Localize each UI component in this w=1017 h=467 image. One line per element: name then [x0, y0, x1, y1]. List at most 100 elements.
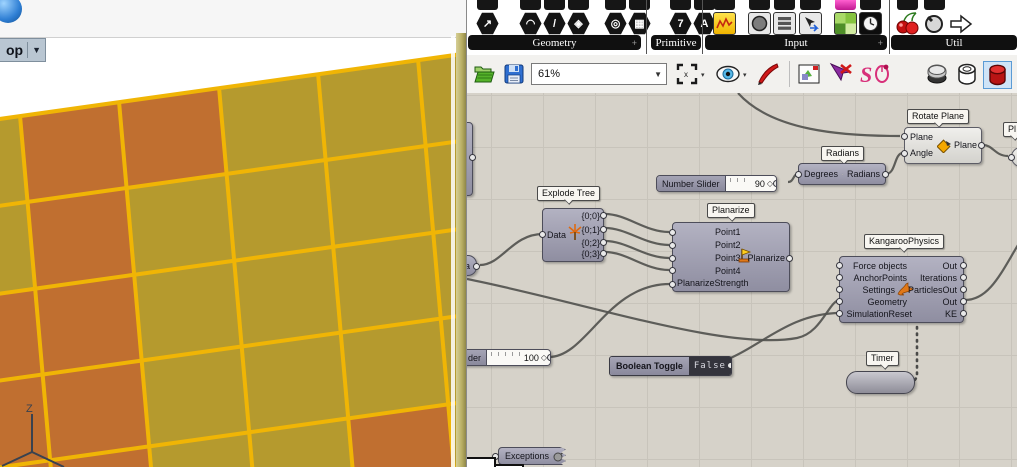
explode-tree-component[interactable]: Data {0;0} {0;1} {0;2} {0;3}: [542, 208, 604, 262]
gesture-recognizer-button[interactable]: S: [859, 61, 893, 87]
more-icon[interactable]: +: [632, 38, 637, 48]
chevron-down-icon[interactable]: ▾: [743, 71, 747, 79]
galapagos-cherries-icon[interactable]: [896, 11, 920, 36]
chevron-down-icon[interactable]: ▼: [654, 70, 662, 79]
planarize-component[interactable]: Point1 Point2 Point3 Point4 PlanarizeStr…: [672, 222, 790, 292]
output-nub[interactable]: [960, 298, 967, 305]
output-nub[interactable]: [600, 239, 607, 246]
input-nub[interactable]: [1008, 154, 1015, 161]
radians-component[interactable]: Degrees Radians: [798, 163, 886, 185]
input-nub[interactable]: [795, 171, 802, 178]
slider-track[interactable]: 100 ◇: [487, 350, 550, 365]
preview-wireframe-button[interactable]: [955, 63, 979, 85]
partial-component[interactable]: [467, 122, 473, 196]
input-nub[interactable]: [836, 310, 843, 317]
mesh-icon[interactable]: ▦: [628, 12, 651, 35]
cancel-selection-button[interactable]: [827, 62, 853, 86]
palette-tab-geometry[interactable]: Geometry+: [468, 35, 641, 50]
save-button[interactable]: [503, 63, 525, 85]
cropped-icon[interactable]: [568, 0, 589, 10]
curve-icon[interactable]: ◠: [519, 12, 542, 35]
open-file-button[interactable]: [473, 63, 495, 85]
cropped-icon[interactable]: [774, 0, 795, 10]
output-nub[interactable]: [600, 212, 607, 219]
cropped-icon[interactable]: [694, 0, 715, 10]
vector-icon[interactable]: ↗: [476, 12, 499, 35]
output-nub[interactable]: [727, 362, 732, 369]
cluster-icon[interactable]: [923, 13, 945, 35]
rhino-viewport[interactable]: Z op ▼: [0, 0, 466, 467]
preview-off-button[interactable]: [925, 63, 949, 85]
output-nub[interactable]: [960, 262, 967, 269]
zoom-level-combobox[interactable]: 61% ▼: [531, 63, 667, 85]
preview-eye-button[interactable]: [715, 63, 741, 85]
input-nub[interactable]: [669, 229, 676, 236]
output-nub[interactable]: [960, 274, 967, 281]
gh-canvas[interactable]: a Explode Tree Data {0;0} {0;1} {0;2} {0…: [467, 93, 1017, 467]
clock-icon[interactable]: [859, 12, 882, 35]
output-nub[interactable]: [473, 263, 480, 270]
cropped-icon[interactable]: [605, 0, 626, 10]
input-nub[interactable]: [836, 262, 843, 269]
number-slider-100[interactable]: der 100 ◇: [467, 349, 551, 366]
red-pen-button[interactable]: [755, 61, 781, 87]
mdslider-cursor-icon[interactable]: [799, 12, 822, 35]
cropped-icon[interactable]: [897, 0, 918, 10]
output-nub[interactable]: [960, 286, 967, 293]
button-icon[interactable]: [748, 12, 771, 35]
input-nub[interactable]: [539, 231, 546, 238]
chevron-down-icon[interactable]: ▼: [32, 45, 41, 55]
slider-track[interactable]: 90 ◇: [726, 176, 776, 191]
cropped-icon[interactable]: [477, 0, 498, 10]
zoom-extents-button[interactable]: x: [675, 62, 699, 86]
graph-mapper-icon[interactable]: [713, 12, 736, 35]
cropped-icon[interactable]: [860, 0, 881, 10]
palette-tab-util[interactable]: Util: [891, 35, 1017, 50]
output-nub[interactable]: [469, 154, 476, 161]
value-list-icon[interactable]: [773, 12, 796, 35]
output-nub[interactable]: [882, 171, 889, 178]
number-icon[interactable]: 7: [669, 12, 692, 35]
chevron-down-icon[interactable]: ▾: [701, 71, 705, 79]
cropped-icon[interactable]: [714, 0, 735, 10]
output-nub[interactable]: [547, 354, 551, 361]
kangaroo-component[interactable]: Force objects AnchorPoints Settings Geom…: [839, 256, 964, 323]
input-nub[interactable]: [836, 286, 843, 293]
cropped-icon[interactable]: [924, 0, 945, 10]
output-nub[interactable]: [978, 142, 985, 149]
jump-arrow-icon[interactable]: [949, 13, 973, 35]
input-nub[interactable]: [836, 298, 843, 305]
line-icon[interactable]: /: [543, 12, 566, 35]
input-nub[interactable]: [669, 281, 676, 288]
number-slider-90[interactable]: Number Slider 90 ◇: [656, 175, 777, 192]
cropped-icon[interactable]: [520, 0, 541, 10]
input-nub[interactable]: [901, 133, 908, 140]
timer-component[interactable]: [846, 371, 915, 394]
palette-tab-input[interactable]: Input+: [705, 35, 887, 50]
exceptions-component[interactable]: Exceptions: [498, 447, 566, 465]
preview-shaded-button[interactable]: [983, 61, 1012, 89]
boolean-toggle[interactable]: Boolean Toggle False: [609, 356, 732, 376]
more-icon[interactable]: +: [878, 38, 883, 48]
input-nub[interactable]: [669, 267, 676, 274]
gradient-icon[interactable]: [834, 12, 857, 35]
input-nub[interactable]: [901, 150, 908, 157]
output-nub[interactable]: [600, 226, 607, 233]
cropped-icon[interactable]: [544, 0, 565, 10]
cropped-gradient-icon[interactable]: [835, 0, 856, 10]
output-nub[interactable]: [960, 310, 967, 317]
output-nub[interactable]: [773, 180, 777, 187]
surface-icon[interactable]: ◎: [604, 12, 627, 35]
canvas-painter-button[interactable]: [797, 63, 821, 85]
input-nub[interactable]: [669, 242, 676, 249]
cropped-icon[interactable]: [670, 0, 691, 10]
palette-tab-primitive[interactable]: Primitive: [651, 35, 701, 50]
toggle-value[interactable]: False: [689, 357, 731, 375]
output-nub[interactable]: [600, 250, 607, 257]
cropped-icon[interactable]: [800, 0, 821, 10]
cropped-icon[interactable]: [749, 0, 770, 10]
plane-icon[interactable]: ◈: [567, 12, 590, 35]
rotate-plane-component[interactable]: Plane Angle Plane: [904, 127, 982, 164]
partial-panel[interactable]: [467, 457, 496, 467]
viewport-title-dropdown[interactable]: op ▼: [0, 38, 46, 62]
